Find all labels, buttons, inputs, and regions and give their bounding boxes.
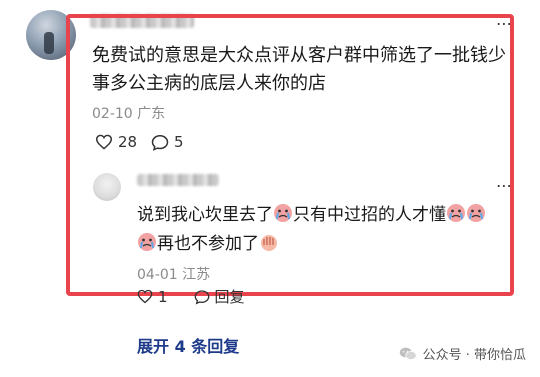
comment-date: 02-10 (92, 106, 133, 122)
heart-icon (95, 134, 113, 150)
wechat-icon (399, 347, 417, 360)
hand-emoji-icon (259, 232, 279, 260)
reply-avatar[interactable] (93, 173, 121, 201)
watermark-text: 公众号 · 带你恰瓜 (422, 348, 526, 363)
comment-meta: 02-10 广东 (92, 103, 165, 123)
like-count: 28 (118, 133, 138, 151)
reply-text-part1: 说到我心坎里去了 (137, 205, 273, 225)
watermark: 公众号 · 带你恰瓜 (399, 344, 526, 363)
reply-text-part2: 只有中过招的人才懂 (293, 205, 446, 225)
reply-author-name-blurred[interactable] (137, 174, 219, 186)
reply-button[interactable]: 回复 (194, 286, 245, 307)
reply-count-button[interactable]: 5 (151, 133, 184, 151)
heart-icon (137, 289, 153, 304)
reply-label: 回复 (214, 288, 245, 306)
crying-emoji-icon (273, 203, 293, 231)
comment-bubble-icon (151, 134, 169, 151)
reply-text: 说到我心坎里去了 只有中过招的人才懂再也不参加了 (137, 202, 509, 260)
like-button[interactable]: 28 (95, 133, 137, 151)
reply-meta: 04-01 江苏 (137, 264, 210, 284)
reply-text-part3: 再也不参加了 (157, 234, 259, 254)
reply-date: 04-01 (137, 267, 178, 283)
crying-emoji-icon (446, 203, 466, 231)
crying-emoji-icon (466, 203, 486, 231)
reply-actions: 1 回复 (137, 286, 245, 307)
comment-text: 免费试的意思是大众点评从客户群中筛选了一批钱少事多公主病的底层人来你的店 (92, 45, 506, 94)
expand-replies-link[interactable]: 展开 4 条回复 (137, 333, 239, 357)
reply-like-button[interactable]: 1 (137, 286, 168, 307)
crying-emoji-icon (137, 232, 157, 260)
reply-more-dots-icon[interactable]: ⋯ (496, 178, 513, 194)
reply-location: 江苏 (182, 267, 211, 283)
comment-location: 广东 (137, 106, 166, 122)
reply-count: 5 (174, 133, 184, 151)
reply-bubble-icon (194, 289, 209, 304)
reply-like-count: 1 (158, 287, 168, 306)
